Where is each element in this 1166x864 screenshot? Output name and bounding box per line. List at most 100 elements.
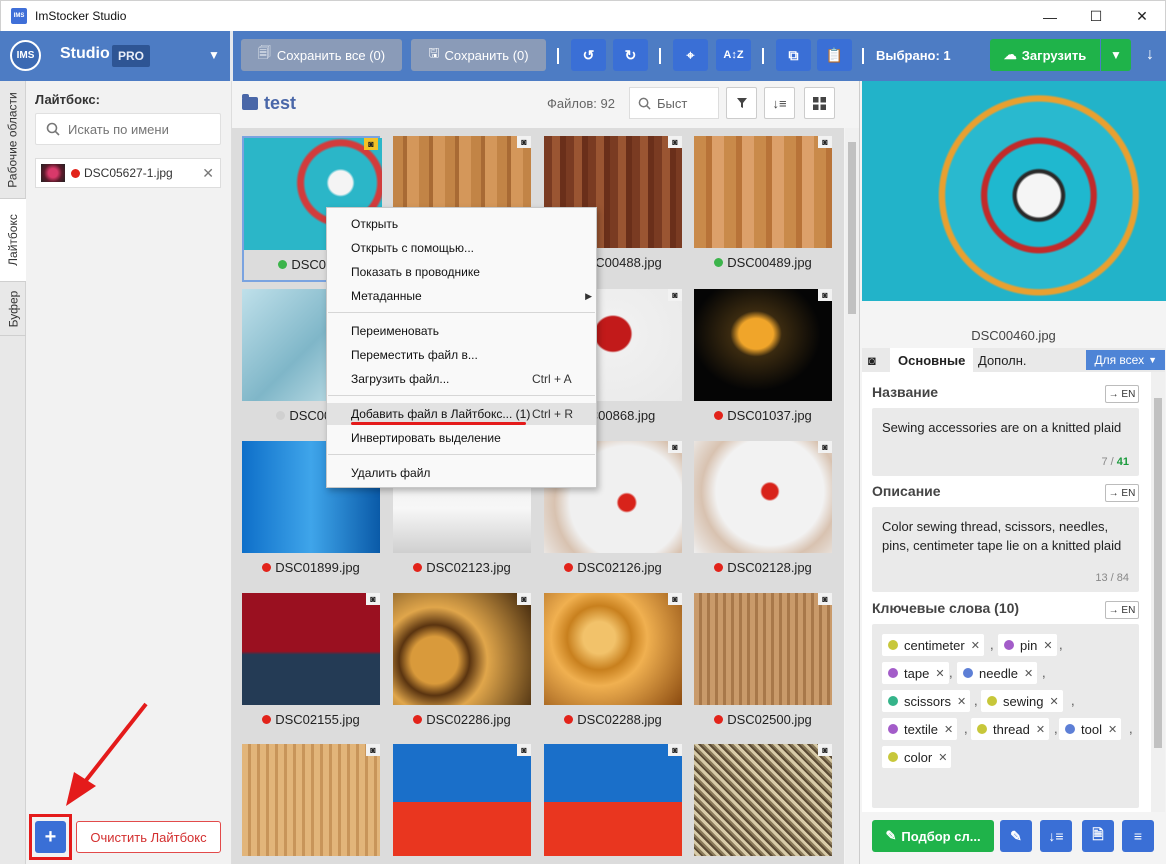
undo-icon[interactable]: ↺ (571, 39, 606, 71)
tab-lightbox[interactable]: Лайтбокс (0, 199, 26, 282)
chevron-down-icon[interactable]: ▼ (208, 48, 220, 62)
file-tile[interactable]: ◙ DSC02286.jpg (393, 593, 531, 739)
menu-item-rename[interactable]: Переименовать (327, 320, 596, 342)
file-tile[interactable]: ◙ (393, 744, 531, 864)
menu-item-metadata[interactable]: Метаданные ▶ (327, 285, 596, 307)
translate-description-button[interactable]: → EN (1105, 484, 1139, 502)
maximize-button[interactable]: ☐ (1073, 1, 1119, 32)
upload-button[interactable]: ☁ Загрузить (990, 39, 1100, 71)
keyword-chip[interactable]: tool ✕ (1059, 718, 1122, 740)
binoculars-icon[interactable]: ⌖ (673, 39, 708, 71)
remove-keyword-icon[interactable]: ✕ (938, 751, 947, 764)
clear-lightbox-button[interactable]: Очистить Лайтбокс (76, 821, 221, 853)
ims-logo-icon[interactable]: IMS (10, 40, 41, 71)
file-tile[interactable]: ◙ (242, 744, 380, 864)
keyword-chip[interactable]: color ✕ (882, 746, 952, 768)
paste-icon[interactable]: 📋 (817, 39, 852, 71)
camera-icon: ◙ (818, 744, 832, 756)
grid-scrollbar[interactable] (845, 128, 859, 864)
studio-name[interactable]: Studio (60, 45, 110, 63)
remove-keyword-icon[interactable]: ✕ (1036, 723, 1045, 736)
keyword-chip[interactable]: thread ✕ (971, 718, 1050, 740)
remove-item-icon[interactable]: ✕ (202, 165, 214, 182)
remove-keyword-icon[interactable]: ✕ (1049, 695, 1058, 708)
language-selector[interactable]: Для всех ▼ (1086, 350, 1165, 370)
sort-az-icon[interactable]: A↕Z (716, 39, 751, 71)
keywords-field[interactable]: centimeter ✕ , pin ✕ , tape ✕ , needle ✕ , s… (872, 624, 1139, 808)
document-icon[interactable]: 🗎 (1082, 820, 1114, 852)
menu-icon[interactable]: ≡ (1122, 820, 1154, 852)
lightbox-item[interactable]: DSC05627-1.jpg ✕ (35, 158, 221, 188)
pro-badge: PRO (112, 45, 151, 67)
redo-icon[interactable]: ↻ (613, 39, 648, 71)
file-tile[interactable]: ◙ (694, 744, 832, 864)
tab-additional[interactable]: Дополн. (970, 348, 1035, 372)
grid-view-icon[interactable] (804, 87, 835, 119)
keyword-chip[interactable]: pin ✕ (998, 634, 1057, 656)
copy-icon[interactable]: ⧉ (776, 39, 811, 71)
toolbar-divider (659, 48, 661, 64)
minimize-button[interactable]: — (1027, 1, 1073, 32)
upload-dropdown-button[interactable]: ▼ (1101, 39, 1131, 71)
file-search-input[interactable] (657, 95, 713, 111)
thumbnail (393, 593, 531, 705)
menu-item-open-with[interactable]: Открыть с помощью... (327, 237, 596, 259)
filter-icon[interactable] (726, 87, 757, 119)
sort-icon[interactable]: ↓≡ (1040, 820, 1072, 852)
thumbnail (694, 441, 832, 553)
file-tile[interactable]: ◙ DSC02128.jpg (694, 441, 832, 587)
remove-keyword-icon[interactable]: ✕ (1024, 667, 1033, 680)
title-section-label: Название (872, 384, 939, 400)
file-tile[interactable]: ◙ DSC00489.jpg (694, 136, 832, 282)
save-all-button[interactable]: 🗐 Сохранить все (0) (241, 39, 402, 71)
keyword-picker-button[interactable]: ✎ Подбор сл... (872, 820, 994, 852)
menu-separator (328, 395, 595, 396)
translate-keywords-button[interactable]: → EN (1105, 601, 1139, 619)
file-tile[interactable]: ◙ DSC02155.jpg (242, 593, 380, 739)
menu-item-move[interactable]: Переместить файл в... (327, 344, 596, 366)
camera-icon: ◙ (818, 136, 832, 148)
menu-item-delete[interactable]: Удалить файл (327, 462, 596, 484)
description-field[interactable]: Color sewing thread, scissors, needles, … (872, 507, 1139, 592)
file-tile[interactable]: ◙ (544, 744, 682, 864)
file-search[interactable] (629, 87, 719, 119)
remove-keyword-icon[interactable]: ✕ (1108, 723, 1117, 736)
remove-keyword-icon[interactable]: ✕ (935, 667, 944, 680)
status-dot (714, 258, 724, 267)
add-to-lightbox-button[interactable]: + (35, 821, 66, 853)
keyword-chip[interactable]: scissors ✕ (882, 690, 971, 712)
keyword-dot (1065, 724, 1075, 734)
keyword-chip[interactable]: sewing ✕ (981, 690, 1063, 712)
lightbox-search[interactable] (35, 113, 221, 145)
remove-keyword-icon[interactable]: ✕ (1043, 639, 1052, 652)
lightbox-search-input[interactable] (68, 121, 208, 137)
camera-icon[interactable]: ◙ (862, 348, 888, 372)
title-field[interactable]: Sewing accessories are on a knitted plai… (872, 408, 1139, 476)
keyword-chip[interactable]: textile ✕ (882, 718, 958, 740)
pencil-icon[interactable]: ✎ (1000, 820, 1032, 852)
arrow-down-icon[interactable]: ↓ (1146, 46, 1154, 64)
sort-icon[interactable]: ↓≡ (764, 87, 795, 119)
keyword-chip[interactable]: needle ✕ (957, 662, 1038, 684)
remove-keyword-icon[interactable]: ✕ (944, 723, 953, 736)
details-scrollbar[interactable] (1151, 372, 1165, 812)
keyword-chip[interactable]: centimeter ✕ (882, 634, 984, 656)
file-tile[interactable]: ◙ DSC02500.jpg (694, 593, 832, 739)
close-button[interactable]: ✕ (1119, 1, 1165, 32)
remove-keyword-icon[interactable]: ✕ (971, 639, 980, 652)
thumbnail (544, 744, 682, 856)
file-tile[interactable]: ◙ DSC02288.jpg (544, 593, 682, 739)
context-menu: Открыть Открыть с помощью... Показать в … (326, 207, 597, 488)
menu-item-invert-selection[interactable]: Инвертировать выделение (327, 427, 596, 449)
keyword-chip[interactable]: tape ✕ (882, 662, 949, 684)
menu-item-show-in-explorer[interactable]: Показать в проводнике (327, 261, 596, 283)
tab-workspaces[interactable]: Рабочие области (0, 81, 26, 199)
menu-item-upload-file[interactable]: Загрузить файл... Ctrl + A (327, 368, 596, 390)
translate-title-button[interactable]: → EN (1105, 385, 1139, 403)
tab-basic[interactable]: Основные (890, 348, 974, 372)
remove-keyword-icon[interactable]: ✕ (957, 695, 966, 708)
tab-buffer[interactable]: Буфер (0, 282, 26, 336)
file-tile[interactable]: ◙ DSC01037.jpg (694, 289, 832, 435)
save-button[interactable]: 🖫 Сохранить (0) (411, 39, 546, 71)
menu-item-open[interactable]: Открыть (327, 213, 596, 235)
